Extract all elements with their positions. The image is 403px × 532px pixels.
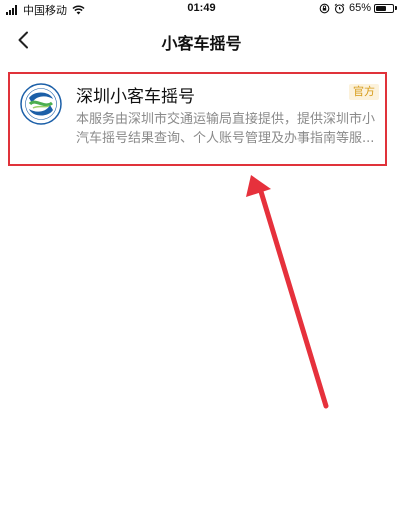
battery-percent: 65% — [348, 2, 371, 14]
alarm-icon — [334, 3, 345, 14]
result-title: 深圳小客车摇号 — [76, 87, 195, 107]
status-bar: 中国移动 01:49 65% — [0, 0, 403, 18]
battery-icon — [374, 3, 397, 13]
page-title: 小客车摇号 — [161, 34, 242, 53]
result-description: 本服务由深圳市交通运输局直接提供，提供深圳市小汽车摇号结果查询、个人账号管理及办… — [76, 112, 376, 146]
orientation-lock-icon — [319, 3, 330, 14]
status-right: 65% — [319, 2, 397, 14]
result-card-shenzhen-car-lottery[interactable]: 深圳小客车摇号 官方 本服务由深圳市交通运输局直接提供，提供深圳市小汽车摇号结果… — [8, 72, 387, 166]
screen: 中国移动 01:49 65% 小客车摇号 深圳小客车摇号 官方 本服务由深圳市交… — [0, 0, 403, 532]
official-badge: 官方 — [349, 84, 379, 100]
shenzhen-transport-logo-icon — [20, 83, 62, 125]
nav-bar: 小客车摇号 — [0, 18, 403, 62]
